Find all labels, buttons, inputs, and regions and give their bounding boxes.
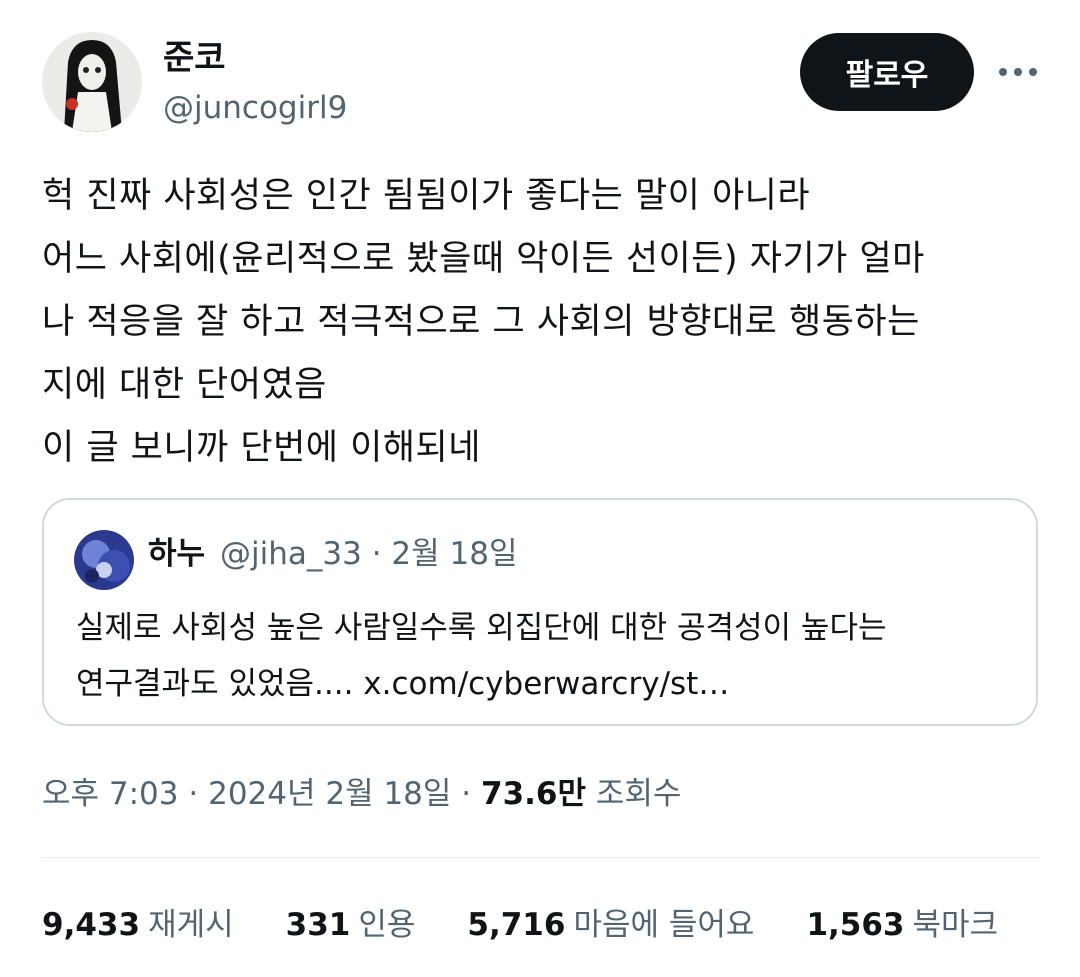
quoted-tweet-card[interactable]: 하누 @jiha_33 · 2월 18일 실제로 사회성 높은 사람일수록 외집…: [42, 498, 1038, 726]
views-count: 73.6만: [481, 776, 587, 812]
tweet-text: 헉 진짜 사회성은 인간 됨됨이가 좋다는 말이 아니라 어느 사회에(윤리적으…: [42, 165, 1052, 480]
reposts-label: 재게시: [148, 907, 234, 943]
engagement-stats: 9,433 재게시 331 인용 5,716 마음에 들어요 1,563 북마크: [42, 903, 1050, 947]
tweet-time[interactable]: 오후 7:03: [42, 776, 179, 812]
divider: [42, 857, 1040, 858]
tweet-line: 어느 사회에(윤리적으로 봤을때 악이든 선이든) 자기가 얼마: [42, 239, 925, 279]
bookmarks-count: 1,563: [806, 907, 905, 943]
quoted-display-name: 하누: [148, 536, 206, 572]
tweet-line: 지에 대한 단어였음: [42, 365, 327, 405]
author-handle[interactable]: @juncogirl9: [163, 89, 347, 127]
quoted-line: 실제로 사회성 높은 사람일수록 외집단에 대한 공격성이 높다는: [76, 610, 887, 646]
quoted-separator: ·: [371, 536, 382, 572]
quoted-author-avatar[interactable]: [74, 530, 134, 590]
bookmarks-label: 북마크: [912, 907, 999, 943]
more-options-button[interactable]: [996, 50, 1040, 94]
quotes-count: 331: [285, 907, 351, 943]
likes-label: 마음에 들어요: [573, 907, 755, 943]
author-display-name[interactable]: 준코: [163, 38, 226, 78]
views-label: 조회수: [595, 776, 682, 812]
tweet-line: 헉 진짜 사회성은 인간 됨됨이가 좋다는 말이 아니라: [42, 176, 811, 216]
tweet-meta: 오후 7:03 · 2024년 2월 18일 · 73.6만 조회수: [42, 772, 681, 816]
tweet-line: 이 글 보니까 단번에 이해되네: [42, 428, 481, 468]
meta-separator: ·: [461, 776, 472, 812]
tweet-date[interactable]: 2024년 2월 18일: [208, 776, 451, 812]
avatar-doll-icon: [42, 32, 142, 132]
quoted-meta: @jiha_33 · 2월 18일: [220, 534, 517, 574]
author-avatar[interactable]: [42, 32, 142, 132]
meta-separator: ·: [188, 776, 199, 812]
quoted-text: 실제로 사회성 높은 사람일수록 외집단에 대한 공격성이 높다는 연구결과도 …: [76, 600, 1026, 712]
quotes-label: 인용: [358, 907, 416, 943]
likes-count: 5,716: [467, 907, 566, 943]
quoted-handle: @jiha_33: [220, 536, 362, 572]
avatar-illustration-icon: [74, 530, 134, 590]
more-horizontal-icon: [999, 68, 1037, 76]
quoted-line: 연구결과도 있었음.... x.com/cyberwarcry/st…: [76, 666, 730, 702]
likes-stat[interactable]: 5,716 마음에 들어요: [467, 903, 754, 947]
reposts-stat[interactable]: 9,433 재게시: [42, 903, 234, 947]
quoted-date: 2월 18일: [391, 536, 518, 572]
follow-button[interactable]: 팔로우: [800, 33, 974, 111]
quotes-stat[interactable]: 331 인용: [286, 903, 416, 947]
bookmarks-stat[interactable]: 1,563 북마크: [806, 903, 998, 947]
tweet-line: 나 적응을 잘 하고 적극적으로 그 사회의 방향대로 행동하는: [42, 302, 920, 342]
reposts-count: 9,433: [42, 907, 141, 943]
